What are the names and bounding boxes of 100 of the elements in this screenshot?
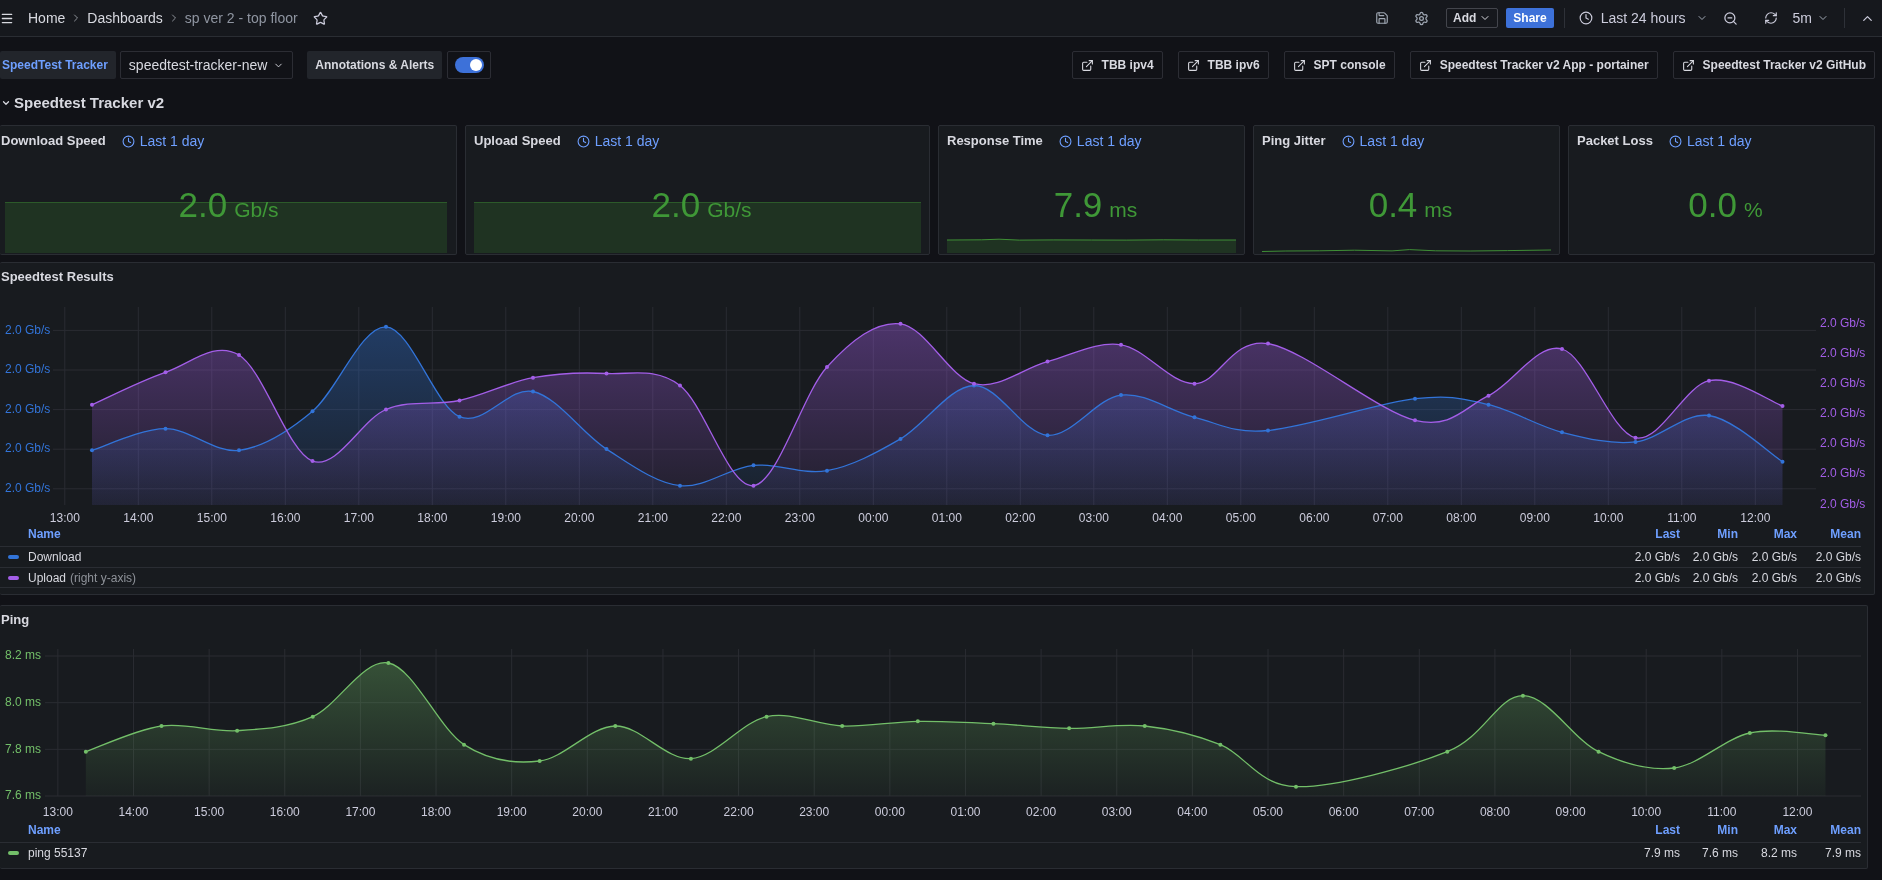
axis-label: 03:00 — [1101, 805, 1132, 820]
save-icon[interactable] — [1374, 10, 1390, 26]
external-link-icon — [1418, 58, 1432, 72]
data-point — [1067, 726, 1072, 731]
legend-value: 2.0 Gb/s — [1815, 550, 1861, 564]
axis-label: 08:00 — [1446, 511, 1477, 525]
chevron-down-icon — [1, 98, 11, 108]
legend-item[interactable]: Upload — [28, 568, 67, 587]
data-point — [751, 463, 756, 468]
axis-label: 16:00 — [270, 511, 301, 525]
panel-title: Ping — [1, 611, 30, 630]
data-point — [159, 724, 164, 728]
data-point — [310, 409, 315, 414]
data-point — [1192, 415, 1197, 420]
axis-label: 20:00 — [572, 805, 603, 820]
data-point — [531, 375, 535, 380]
share-button[interactable]: Share — [1506, 8, 1554, 28]
axis-label: 05:00 — [1253, 805, 1284, 820]
row-header[interactable]: Speedtest Tracker v2 — [0, 92, 165, 114]
data-point — [751, 483, 756, 488]
data-point — [1045, 359, 1050, 364]
axis-label: 12:00 — [1782, 805, 1813, 820]
axis-label: 07:00 — [1404, 805, 1435, 820]
legend-value: 7.6 ms — [1702, 846, 1738, 860]
legend-item[interactable]: ping 55137 — [28, 844, 88, 862]
data-point — [1266, 428, 1270, 433]
stat-unit: Gb/s — [234, 199, 279, 220]
data-point — [604, 371, 609, 376]
data-point — [537, 759, 542, 763]
settings-icon[interactable] — [1413, 10, 1429, 26]
add-button[interactable]: Add — [1446, 8, 1499, 28]
link-button[interactable]: Speedtest Tracker v2 App - portainer — [1409, 51, 1658, 79]
axis-label: 18:00 — [421, 805, 452, 820]
clock-icon — [1668, 134, 1682, 148]
data-point — [1192, 381, 1197, 386]
zoom-out-icon[interactable] — [1722, 10, 1739, 26]
time-range-label: Last 1 day — [1686, 131, 1752, 151]
data-point — [1560, 430, 1564, 435]
column-header: Min — [1717, 823, 1738, 837]
column-header: Mean — [1830, 823, 1861, 837]
time-range-picker[interactable]: Last 24 hours — [1578, 7, 1708, 29]
external-link-icon — [1681, 58, 1695, 72]
data-point — [237, 448, 241, 453]
axis-label: 22:00 — [723, 805, 754, 820]
data-point — [237, 353, 241, 357]
data-point — [235, 728, 240, 733]
axis-label: 2.0 Gb/s — [5, 322, 51, 337]
link-button[interactable]: SPT console — [1283, 51, 1395, 79]
column-header: Mean — [1830, 527, 1861, 541]
external-link-icon — [1186, 58, 1200, 72]
link-button[interactable]: TBB ipv4 — [1071, 51, 1163, 79]
data-point — [90, 448, 94, 453]
breadcrumb-link[interactable]: Home — [28, 7, 66, 29]
external-link-icon — [1080, 58, 1094, 72]
data-point — [310, 459, 315, 464]
legend-item[interactable]: Download — [28, 548, 82, 566]
axis-label: 22:00 — [711, 511, 742, 525]
axis-label: 06:00 — [1299, 511, 1330, 525]
panel-title: Upload Speed — [474, 132, 561, 151]
axis-label: 2.0 Gb/s — [1820, 496, 1866, 511]
data-point — [1823, 733, 1828, 738]
link-button[interactable]: TBB ipv6 — [1177, 51, 1269, 79]
column-header: Max — [1773, 527, 1797, 541]
variable-dropdown[interactable]: speedtest-tracker-new — [119, 51, 294, 79]
stat-unit: % — [1744, 199, 1763, 220]
data-point — [310, 714, 315, 719]
legend-value: 2.0 Gb/s — [1815, 570, 1861, 585]
data-point — [1596, 749, 1601, 754]
axis-label: 02:00 — [1005, 511, 1036, 525]
axis-label: 03:00 — [1078, 511, 1109, 525]
star-icon[interactable] — [312, 10, 329, 26]
panel-title: Download Speed — [1, 132, 106, 151]
stat-value: 0.4 — [1368, 187, 1418, 222]
axis-label: 14:00 — [118, 805, 149, 820]
legend-value: 2.0 Gb/s — [1634, 570, 1680, 585]
axis-label: 09:00 — [1555, 805, 1586, 820]
stat-unit: ms — [1424, 199, 1453, 220]
data-point — [1672, 766, 1677, 770]
stat-unit: Gb/s — [707, 199, 752, 220]
axis-label: 2.0 Gb/s — [5, 480, 51, 495]
toggle-switch[interactable] — [447, 51, 492, 79]
data-point — [457, 414, 462, 419]
data-point — [1560, 347, 1564, 351]
data-point — [1218, 742, 1223, 747]
axis-label: 2.0 Gb/s — [1820, 406, 1866, 421]
link-button[interactable]: Speedtest Tracker v2 GitHub — [1672, 51, 1875, 79]
breadcrumb-link[interactable]: Dashboards — [87, 7, 163, 29]
data-point — [1486, 402, 1491, 407]
refresh-icon[interactable] — [1762, 10, 1779, 26]
refresh-interval-picker[interactable]: 5m — [1792, 7, 1829, 29]
axis-label: 17:00 — [343, 511, 374, 525]
column-header: Name — [28, 527, 61, 541]
data-point — [1045, 433, 1050, 438]
axis-label: 05:00 — [1225, 511, 1256, 525]
axis-note: (right y-axis) — [70, 569, 137, 587]
legend-value: 2.0 Gb/s — [1692, 570, 1738, 585]
data-point — [613, 724, 618, 728]
stat-value: 0.0 — [1688, 187, 1737, 222]
data-point — [1266, 341, 1270, 346]
data-point — [457, 398, 462, 403]
